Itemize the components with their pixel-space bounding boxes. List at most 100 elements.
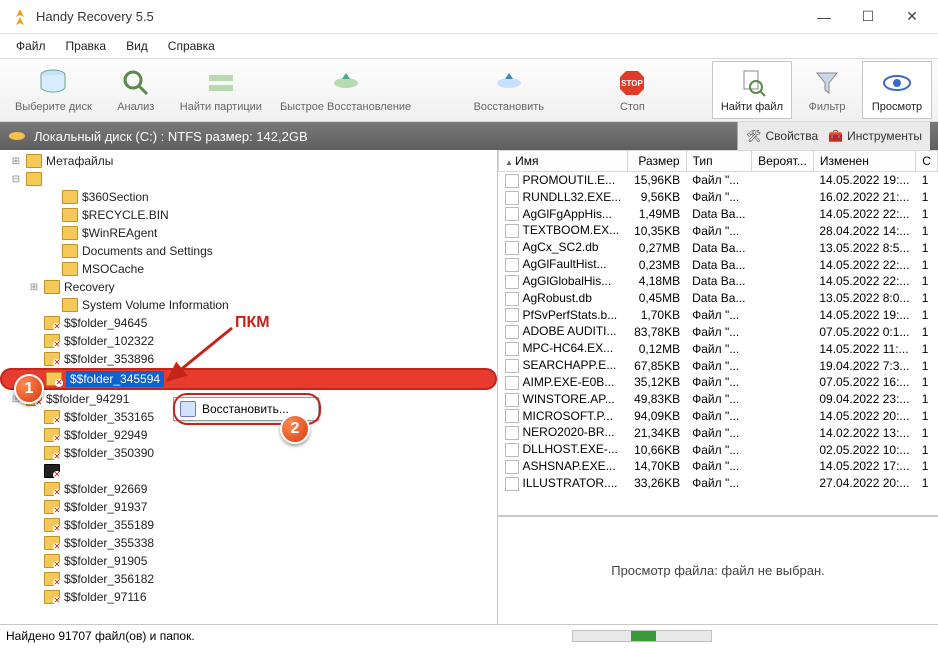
tree-item[interactable]: $RECYCLE.BIN [0,206,497,224]
preview-button[interactable]: Просмотр [862,61,932,119]
expander-icon[interactable]: ⊞ [28,282,40,293]
tree-item[interactable]: $$folder_92949 [0,426,497,444]
ctx-restore-item[interactable]: Восстановить... [202,402,289,416]
tree-item[interactable]: $$folder_97116 [0,588,497,606]
file-list[interactable]: Имя Размер Тип Вероят... Изменен С PROMO… [498,150,938,516]
expander-icon[interactable]: ⊟ [10,174,22,185]
properties-button[interactable]: 🛠Свойства [746,129,818,143]
file-icon [505,207,519,221]
file-row[interactable]: AgCx_SC2.db0,27MBData Ba...13.05.2022 8:… [499,239,938,256]
file-row[interactable]: PROMOUTIL.E...15,96KBФайл "...14.05.2022… [499,172,938,189]
menu-file[interactable]: Файл [8,37,54,55]
minimize-button[interactable]: — [802,2,846,32]
folder-icon [44,482,60,496]
menu-view[interactable]: Вид [118,37,156,55]
file-icon [505,342,519,356]
file-row[interactable]: ADOBE AUDITI...83,78KBФайл "...07.05.202… [499,323,938,340]
filter-button[interactable]: Фильтр [792,61,862,119]
file-icon [505,393,519,407]
tree-item[interactable]: Documents and Settings [0,242,497,260]
file-icon [505,241,519,255]
tree-item[interactable]: $$folder_91905 [0,552,497,570]
file-row[interactable]: AgGlFgAppHis...1,49MBData Ba...14.05.202… [499,206,938,223]
drive-icon [8,127,26,145]
file-row[interactable]: ILLUSTRATOR....33,26KBФайл "...27.04.202… [499,475,938,492]
expander-icon[interactable]: ⊞ [10,156,22,167]
col-modified[interactable]: Изменен [813,151,915,172]
file-row[interactable]: RUNDLL32.EXE...9,56KBФайл "...16.02.2022… [499,189,938,206]
tree-item-label: System Volume Information [82,298,229,312]
tree-item[interactable]: $$folder_94645 [0,314,497,332]
svg-text:STOP: STOP [622,79,644,88]
tree-item-label: $$folder_350390 [64,446,154,460]
menu-edit[interactable]: Правка [58,37,115,55]
file-row[interactable]: MPC-HC64.EX...0,12MBФайл "...14.05.2022 … [499,340,938,357]
file-row[interactable]: TEXTBOOM.EX...10,35KBФайл "...28.04.2022… [499,222,938,239]
tree-item[interactable]: $$folder_355338 [0,534,497,552]
tree-item-label: $$folder_91937 [64,500,147,514]
file-row[interactable]: DLLHOST.EXE-...10,66KBФайл "...02.05.202… [499,441,938,458]
tree-item[interactable]: $$folder_102322 [0,332,497,350]
tools-button[interactable]: 🧰Инструменты [828,129,922,143]
tree-item[interactable]: $$folder_353896 [0,350,497,368]
file-row[interactable]: AgGlGlobalHis...4,18MBData Ba...14.05.20… [499,273,938,290]
menu-help[interactable]: Справка [160,37,223,55]
tree-item-label: $360Section [82,190,149,204]
tree-item[interactable]: $$folder_355189 [0,516,497,534]
file-row[interactable]: ASHSNAP.EXE...14,70KBФайл "...14.05.2022… [499,458,938,475]
tree-item[interactable] [0,462,497,480]
tree-item[interactable]: $WinREAgent [0,224,497,242]
tree-item[interactable]: $$folder_92669 [0,480,497,498]
toolbar: Выберите диск Анализ Найти партиции Быст… [0,58,938,122]
tree-item-label: Recovery [64,280,115,294]
tree-item[interactable]: $$folder_356182 [0,570,497,588]
tree-item-label: $$folder_345594 [66,371,164,387]
tree-item[interactable]: ⊞Метафайлы [0,152,497,170]
tree-item[interactable]: MSOCache [0,260,497,278]
close-button[interactable]: ✕ [890,2,934,32]
tree-item[interactable]: $$folder_345594 [0,368,497,390]
tree-item[interactable]: ⊞ Recovery [0,278,497,296]
wrench-icon: 🛠 [746,129,761,143]
maximize-button[interactable]: ☐ [846,2,890,32]
folder-icon [44,316,60,330]
file-row[interactable]: AgRobust.db0,45MBData Ba...13.05.2022 8:… [499,290,938,307]
tree-item[interactable]: $360Section [0,188,497,206]
file-row[interactable]: WINSTORE.AP...49,83KBФайл "...09.04.2022… [499,391,938,408]
tree-item-label: $$folder_102322 [64,334,154,348]
stop-button[interactable]: STOPСтоп [597,61,667,119]
find-file-button[interactable]: Найти файл [712,61,792,119]
quick-restore-button[interactable]: Быстрое Восстановление [271,61,420,119]
file-row[interactable]: AgGlFaultHist...0,23MBData Ba...14.05.20… [499,256,938,273]
file-row[interactable]: SEARCHAPP.E...67,85KBФайл "...19.04.2022… [499,357,938,374]
titlebar: Handy Recovery 5.5 — ☐ ✕ [0,0,938,34]
col-name[interactable]: Имя [499,151,628,172]
col-c[interactable]: С [916,151,938,172]
menubar: Файл Правка Вид Справка [0,34,938,58]
folder-tree[interactable]: ⊞Метафайлы ⊟ $360Section $RECYCLE.BIN $WinRE… [0,150,498,624]
col-size[interactable]: Размер [628,151,686,172]
restore-button[interactable]: Восстановить [465,61,553,119]
select-disk-button[interactable]: Выберите диск [6,61,101,119]
tree-item[interactable]: System Volume Information [0,296,497,314]
tree-item[interactable]: ⊟ [0,170,497,188]
find-partitions-button[interactable]: Найти партиции [171,61,271,119]
file-row[interactable]: MICROSOFT.P...94,09KBФайл "...14.05.2022… [499,408,938,425]
analyze-button[interactable]: Анализ [101,61,171,119]
folder-icon [26,392,42,406]
tree-item-label: $RECYCLE.BIN [82,208,169,222]
col-type[interactable]: Тип [686,151,752,172]
tree-item[interactable]: $$folder_91937 [0,498,497,516]
tree-item[interactable]: $$folder_350390 [0,444,497,462]
file-row[interactable]: PfSvPerfStats.b...1,70KBФайл "...14.05.2… [499,307,938,324]
context-menu: Восстановить... [173,397,319,421]
tree-item-label: $$folder_92669 [64,482,147,496]
recover-icon [493,67,525,99]
toolbox-icon: 🧰 [828,129,843,143]
expander-icon[interactable]: ⊞ [10,394,22,405]
file-row[interactable]: NERO2020-BR...21,34KBФайл "...14.02.2022… [499,424,938,441]
tree-item-label: $$folder_353896 [64,352,154,366]
file-icon [505,275,519,289]
col-prob[interactable]: Вероят... [752,151,814,172]
file-row[interactable]: AIMP.EXE-E0B...35,12KBФайл "...07.05.202… [499,374,938,391]
